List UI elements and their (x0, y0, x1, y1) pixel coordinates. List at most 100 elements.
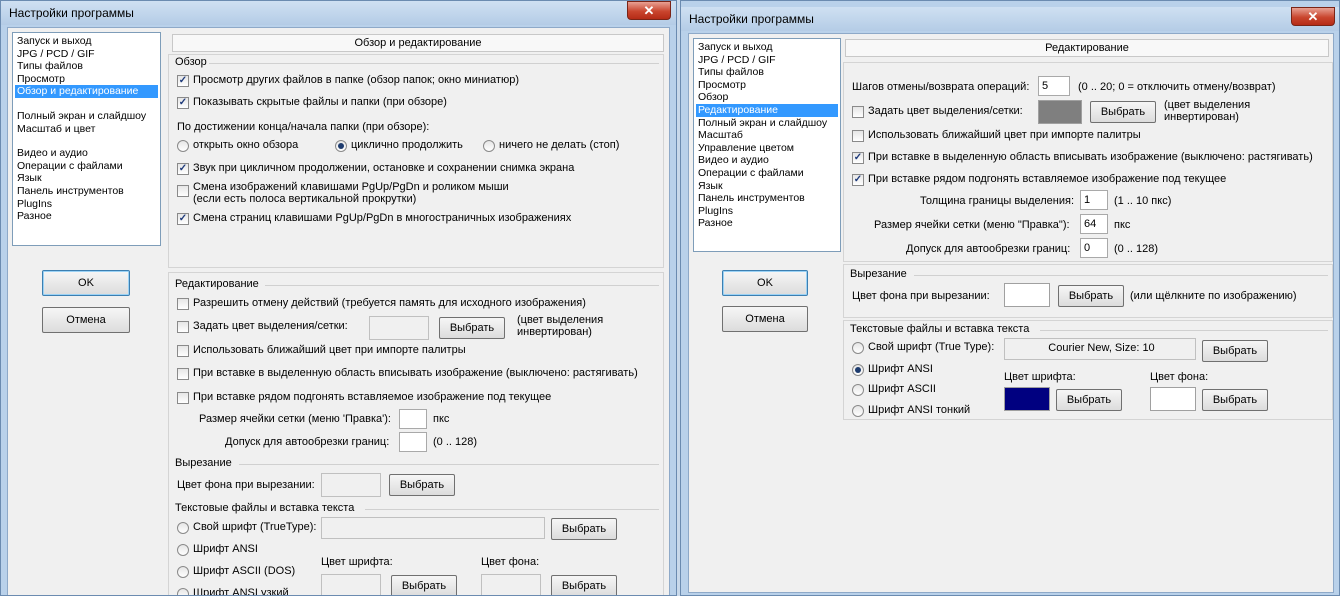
adjust-paste-checkbox[interactable]: ✓ (852, 174, 864, 186)
open-browser-label: открыть окно обзора (193, 139, 299, 151)
category-item[interactable]: Панель инструментов (696, 192, 838, 205)
category-item[interactable]: Видео и аудио (696, 154, 838, 167)
category-item[interactable]: Обзор (696, 91, 838, 104)
category-item[interactable]: Операции с файлами (696, 167, 838, 180)
settings-window-right: Настройки программы ✕ Запуск и выход JPG… (680, 0, 1340, 596)
sound-checkbox[interactable]: ✓ (177, 163, 189, 175)
category-item[interactable]: Разное (15, 210, 158, 223)
ascii-font-radio[interactable] (852, 384, 864, 396)
category-item[interactable]: Полный экран и слайдшоу (696, 117, 838, 130)
grid-size-unit: пкс (1114, 219, 1131, 231)
ansi-thin-radio[interactable] (852, 405, 864, 417)
group-line (365, 509, 659, 510)
selection-color-checkbox[interactable] (852, 106, 864, 118)
selection-color-choose-button[interactable]: Выбрать (1090, 101, 1156, 123)
category-item[interactable]: Разное (696, 217, 838, 230)
fit-paste-checkbox[interactable] (177, 368, 189, 380)
pgupdn-pages-checkbox[interactable]: ✓ (177, 213, 189, 225)
ok-button[interactable]: OK (722, 270, 808, 296)
custom-font-choose-button[interactable]: Выбрать (1202, 340, 1268, 362)
category-item[interactable]: Полный экран и слайдшоу (15, 110, 158, 123)
category-item[interactable]: Запуск и выход (15, 35, 158, 48)
autocrop-input[interactable] (399, 432, 427, 452)
category-item[interactable]: Масштаб (696, 129, 838, 142)
loop-continue-radio[interactable] (335, 140, 347, 152)
open-browser-radio[interactable] (177, 140, 189, 152)
category-item[interactable]: Типы файлов (15, 60, 158, 73)
font-color-choose-button[interactable]: Выбрать (1056, 389, 1122, 411)
ansi-font-radio[interactable] (852, 364, 864, 376)
close-button[interactable]: ✕ (1291, 7, 1335, 26)
browse-folder-label: Просмотр других файлов в папке (обзор па… (193, 74, 520, 86)
category-item[interactable]: Язык (696, 180, 838, 193)
fit-paste-checkbox[interactable]: ✓ (852, 152, 864, 164)
close-button[interactable]: ✕ (627, 1, 671, 20)
bg-color-choose-button[interactable]: Выбрать (1202, 389, 1268, 411)
category-item[interactable]: Управление цветом (696, 142, 838, 155)
ok-button[interactable]: OK (42, 270, 130, 296)
edit-panel: Шагов отмены/возврата операций: 5 (0 .. … (843, 62, 1333, 262)
category-item[interactable]: Запуск и выход (696, 41, 838, 54)
category-item[interactable]: Операции с файлами (15, 160, 158, 173)
adjust-paste-label: При вставке рядом подгонять вставляемое … (868, 173, 1227, 185)
grid-size-input[interactable] (399, 409, 427, 429)
selection-color-choose-button[interactable]: Выбрать (439, 317, 505, 339)
category-item-selected[interactable]: Обзор и редактирование (15, 85, 158, 98)
border-width-input[interactable]: 1 (1080, 190, 1108, 210)
font-color-label: Цвет шрифта: (1004, 371, 1076, 383)
settings-window-left: Настройки программы ✕ Запуск и выход JPG… (0, 0, 677, 596)
cut-bg-choose-button[interactable]: Выбрать (1058, 285, 1124, 307)
do-nothing-radio[interactable] (483, 140, 495, 152)
category-item[interactable]: Язык (15, 172, 158, 185)
cut-bg-choose-button[interactable]: Выбрать (389, 474, 455, 496)
category-item[interactable]: PlugIns (15, 198, 158, 211)
ansi-narrow-label: Шрифт ANSI узкий (193, 587, 289, 596)
cut-bg-label: Цвет фона при вырезании: (852, 290, 990, 302)
ansi-narrow-radio[interactable] (177, 588, 189, 595)
selection-color-checkbox[interactable] (177, 321, 189, 333)
pgupdn-images-checkbox[interactable] (177, 185, 189, 197)
category-item[interactable]: PlugIns (696, 205, 838, 218)
category-item[interactable]: JPG / PCD / GIF (696, 54, 838, 67)
window-title: Настройки программы (9, 6, 134, 20)
grid-size-input[interactable]: 64 (1080, 214, 1108, 234)
undo-steps-input[interactable]: 5 (1038, 76, 1070, 96)
category-item[interactable]: Типы файлов (696, 66, 838, 79)
font-color-choose-button[interactable]: Выбрать (391, 575, 457, 595)
cut-bg-swatch (321, 473, 381, 497)
ansi-font-radio[interactable] (177, 544, 189, 556)
category-item[interactable]: Масштаб и цвет (15, 123, 158, 136)
browse-folder-checkbox[interactable]: ✓ (177, 75, 189, 87)
cut-bg-swatch (1004, 283, 1050, 307)
custom-font-radio[interactable] (852, 342, 864, 354)
category-item[interactable]: Видео и аудио (15, 147, 158, 160)
category-list[interactable]: Запуск и выход JPG / PCD / GIF Типы файл… (12, 32, 161, 246)
grid-size-label: Размер ячейки сетки (меню 'Правка'): (199, 413, 391, 425)
custom-font-choose-button[interactable]: Выбрать (551, 518, 617, 540)
cancel-button[interactable]: Отмена (722, 306, 808, 332)
allow-undo-checkbox[interactable] (177, 298, 189, 310)
category-item-selected[interactable]: Редактирование (696, 103, 838, 117)
cancel-button[interactable]: Отмена (42, 307, 130, 333)
category-item[interactable]: Просмотр (696, 79, 838, 92)
edit-group-label: Редактирование (175, 278, 259, 290)
autocrop-input[interactable]: 0 (1080, 238, 1108, 258)
adjust-paste-checkbox[interactable] (177, 392, 189, 404)
category-item[interactable]: Просмотр (15, 73, 158, 86)
title-bar: Настройки программы ✕ (1, 1, 676, 25)
font-color-swatch (321, 574, 381, 595)
ascii-font-radio[interactable] (177, 566, 189, 578)
pgupdn-images-label: Смена изображений клавишами PgUp/PgDn и … (193, 181, 509, 193)
category-list[interactable]: Запуск и выход JPG / PCD / GIF Типы файл… (693, 38, 841, 252)
border-width-range: (1 .. 10 пкс) (1114, 195, 1172, 207)
hidden-files-checkbox[interactable]: ✓ (177, 97, 189, 109)
nearest-color-checkbox[interactable] (177, 345, 189, 357)
nearest-color-checkbox[interactable] (852, 130, 864, 142)
category-item[interactable]: JPG / PCD / GIF (15, 48, 158, 61)
bg-color-swatch (1150, 387, 1196, 411)
text-panel: Текстовые файлы и вставка текста Свой шр… (843, 320, 1333, 420)
bg-color-choose-button[interactable]: Выбрать (551, 575, 617, 595)
custom-font-radio[interactable] (177, 522, 189, 534)
category-item[interactable]: Панель инструментов (15, 185, 158, 198)
selection-color-label: Задать цвет выделения/сетки: (868, 105, 1023, 117)
